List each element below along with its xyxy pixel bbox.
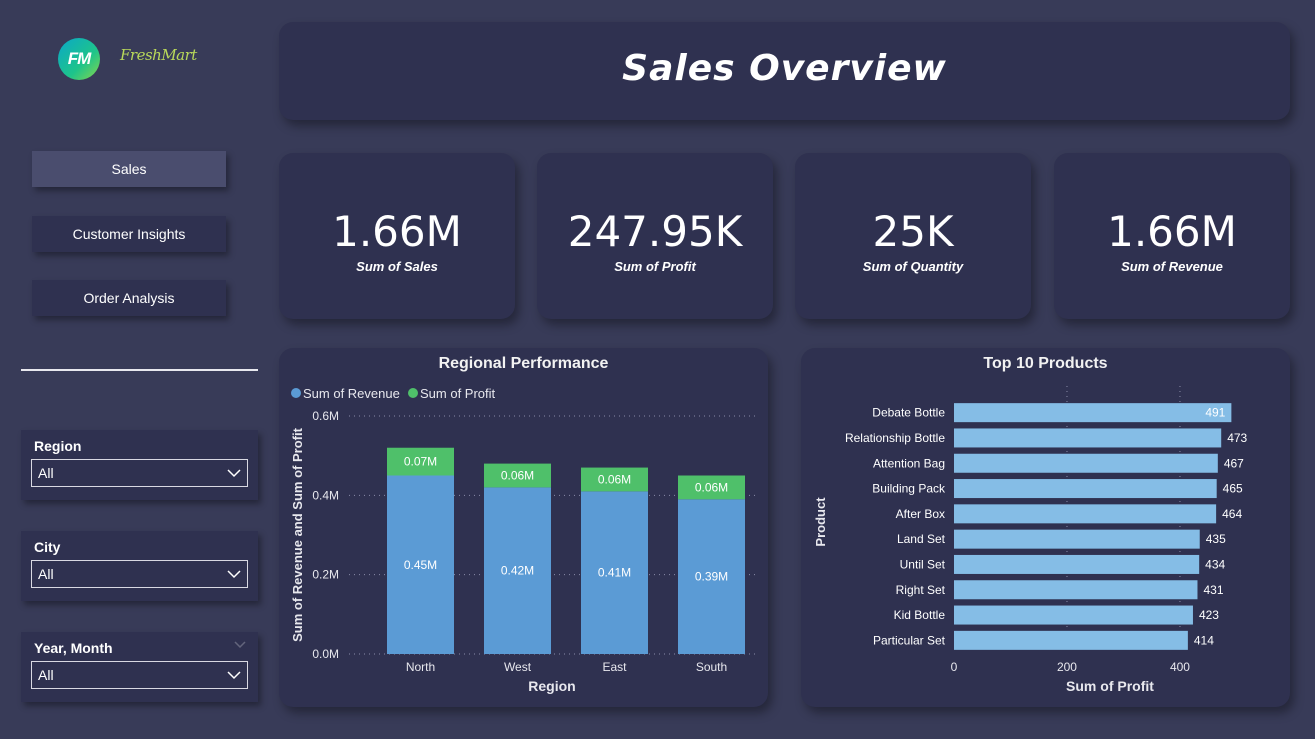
top-products-card: Top 10 Products 0 200 400 Sum of Profit Prod… bbox=[801, 348, 1290, 707]
data-label: 414 bbox=[1194, 633, 1214, 647]
data-label-revenue: 0.45M bbox=[404, 558, 437, 572]
regional-performance-chart: Sum of Revenue Sum of Profit 0.0M 0.2M 0.4M 0… bbox=[290, 386, 757, 694]
y-tick-label: Particular Set bbox=[873, 633, 946, 647]
kpi-card-quantity: 25K Sum of Quantity bbox=[795, 153, 1031, 319]
chevron-down-icon bbox=[227, 570, 241, 579]
product-bar bbox=[954, 504, 1217, 524]
y-tick-label: Right Set bbox=[896, 583, 946, 597]
nav-customer-insights-button[interactable]: Customer Insights bbox=[32, 216, 226, 252]
data-label: 473 bbox=[1227, 431, 1247, 445]
data-label-profit: 0.06M bbox=[598, 472, 631, 486]
regional-performance-card: Regional Performance Sum of Revenue Sum o… bbox=[279, 348, 768, 707]
data-label: 491 bbox=[1205, 406, 1225, 420]
legend-label-1: Sum of Profit bbox=[420, 386, 496, 401]
kpi-revenue-value: 1.66M bbox=[1107, 207, 1237, 256]
data-label-profit: 0.07M bbox=[404, 455, 437, 469]
y-tick-label: 0.4M bbox=[312, 488, 339, 502]
product-bar bbox=[954, 453, 1218, 473]
kpi-revenue-label: Sum of Revenue bbox=[1121, 259, 1223, 274]
x-tick-label: East bbox=[602, 660, 627, 674]
year-month-slicer: Year, Month All bbox=[21, 632, 258, 702]
year-month-slicer-label: Year, Month bbox=[34, 640, 113, 656]
y-tick-label: Kid Bottle bbox=[894, 608, 946, 622]
y-tick-label: Until Set bbox=[900, 557, 946, 571]
legend-marker-0 bbox=[291, 388, 301, 398]
y-tick-label: 0.2M bbox=[312, 568, 339, 582]
data-label: 423 bbox=[1199, 608, 1219, 622]
header-card: Sales Overview bbox=[279, 22, 1290, 120]
data-label: 431 bbox=[1203, 583, 1223, 597]
data-label: 467 bbox=[1224, 456, 1244, 470]
data-label-profit: 0.06M bbox=[695, 480, 728, 494]
product-bar bbox=[954, 630, 1188, 650]
x-tick-label: 200 bbox=[1057, 660, 1077, 674]
brand-logo-icon: FM bbox=[58, 38, 100, 80]
y-tick-label: Relationship Bottle bbox=[845, 431, 945, 445]
y-tick-label: Land Set bbox=[897, 532, 946, 546]
city-dropdown-value: All bbox=[38, 566, 54, 582]
nav-order-analysis-button[interactable]: Order Analysis bbox=[32, 280, 226, 316]
year-month-dropdown[interactable]: All bbox=[31, 661, 248, 689]
kpi-sales-label: Sum of Sales bbox=[356, 259, 438, 274]
kpi-quantity-value: 25K bbox=[872, 207, 954, 256]
y-tick-label: 0.6M bbox=[312, 409, 339, 423]
region-dropdown[interactable]: All bbox=[31, 459, 248, 487]
data-label: 434 bbox=[1205, 557, 1225, 571]
data-label: 435 bbox=[1206, 532, 1226, 546]
y-tick-label: After Box bbox=[896, 507, 945, 521]
top-products-chart: 0 200 400 Sum of Profit Product Debate Bottle… bbox=[813, 386, 1248, 694]
data-label-profit: 0.06M bbox=[501, 469, 534, 483]
y-axis-label: Sum of Revenue and Sum of Profit bbox=[290, 427, 305, 641]
x-tick-label: 400 bbox=[1170, 660, 1190, 674]
y-tick-label: Building Pack bbox=[872, 482, 946, 496]
product-bar bbox=[954, 605, 1193, 625]
y-tick-label: Attention Bag bbox=[873, 456, 945, 470]
data-label: 465 bbox=[1223, 482, 1243, 496]
product-bar bbox=[954, 479, 1217, 499]
region-slicer-label: Region bbox=[34, 438, 82, 454]
x-axis-label: Region bbox=[528, 678, 575, 694]
year-month-dropdown-value: All bbox=[38, 667, 54, 683]
sidebar-divider bbox=[21, 369, 258, 371]
product-bar bbox=[954, 403, 1232, 423]
page-title: Sales Overview bbox=[622, 48, 947, 89]
legend-label-0: Sum of Revenue bbox=[303, 386, 400, 401]
data-label-revenue: 0.41M bbox=[598, 566, 631, 580]
x-tick-label: West bbox=[504, 660, 532, 674]
region-slicer: Region All bbox=[21, 430, 258, 500]
x-tick-label: North bbox=[406, 660, 435, 674]
kpi-profit-value: 247.95K bbox=[567, 207, 743, 256]
product-bar bbox=[954, 554, 1200, 574]
x-tick-label: 0 bbox=[951, 660, 958, 674]
kpi-card-revenue: 1.66M Sum of Revenue bbox=[1054, 153, 1290, 319]
product-bar bbox=[954, 428, 1222, 448]
brand-logo-script: FreshMart bbox=[120, 46, 197, 64]
kpi-card-profit: 247.95K Sum of Profit bbox=[537, 153, 773, 319]
kpi-profit-label: Sum of Profit bbox=[614, 259, 696, 274]
data-label: 464 bbox=[1222, 507, 1242, 521]
y-tick-label: Debate Bottle bbox=[872, 406, 945, 420]
legend-marker-1 bbox=[408, 388, 418, 398]
x-axis-label: Sum of Profit bbox=[1066, 678, 1154, 694]
region-dropdown-value: All bbox=[38, 465, 54, 481]
x-tick-label: South bbox=[696, 660, 727, 674]
chevron-down-icon bbox=[227, 671, 241, 680]
kpi-sales-value: 1.66M bbox=[332, 207, 462, 256]
city-slicer: City All bbox=[21, 531, 258, 601]
product-bar bbox=[954, 529, 1200, 549]
y-axis-label: Product bbox=[813, 497, 828, 547]
product-bar bbox=[954, 580, 1198, 600]
collapse-chevron-icon[interactable] bbox=[234, 640, 246, 650]
chevron-down-icon bbox=[227, 469, 241, 478]
nav-sales-button[interactable]: Sales bbox=[32, 151, 226, 187]
data-label-revenue: 0.42M bbox=[501, 564, 534, 578]
data-label-revenue: 0.39M bbox=[695, 570, 728, 584]
kpi-card-sales: 1.66M Sum of Sales bbox=[279, 153, 515, 319]
y-tick-label: 0.0M bbox=[312, 647, 339, 661]
kpi-quantity-label: Sum of Quantity bbox=[862, 259, 964, 274]
city-slicer-label: City bbox=[34, 539, 61, 555]
city-dropdown[interactable]: All bbox=[31, 560, 248, 588]
